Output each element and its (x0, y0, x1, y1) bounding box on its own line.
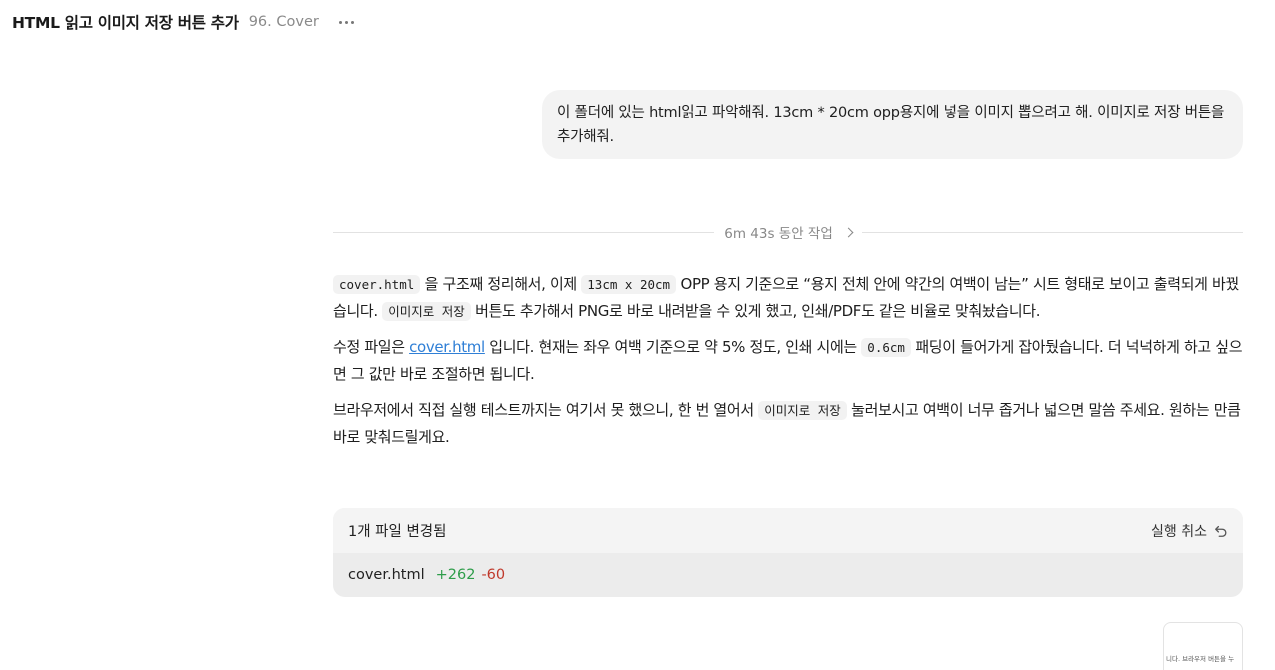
thread-subtitle: 96. Cover (248, 14, 319, 30)
paragraph-text: 버튼도 추가해서 PNG로 바로 내려받을 수 있게 했고, 인쇄/PDF도 같… (470, 302, 1041, 320)
inline-code: 0.6cm (861, 338, 911, 357)
user-message-bubble: 이 폴더에 있는 html읽고 파악해줘. 13cm * 20cm opp용지에… (542, 90, 1243, 159)
divider-line (861, 231, 1244, 233)
changed-files-title: 1개 파일 변경됨 (348, 524, 447, 540)
changed-file-row[interactable]: cover.html +262 -60 (333, 553, 1243, 597)
paragraph-text: 을 구조째 정리해서, 이제 (420, 275, 582, 293)
thumbnail-text: 니다. 브라우저 버튼을 누 (1166, 655, 1235, 663)
inline-code: 이미지로 저장 (382, 302, 471, 321)
undo-icon (1215, 525, 1227, 537)
assistant-paragraph-1: cover.html 을 구조째 정리해서, 이제 13cm x 20cm OP… (333, 271, 1245, 325)
paragraph-text: 입니다. 현재는 좌우 여백 기준으로 약 5% 정도, 인쇄 시에는 (484, 338, 862, 356)
file-link[interactable]: cover.html (409, 338, 485, 356)
lines-removed: -60 (481, 567, 506, 583)
changed-files-header: 1개 파일 변경됨 실행 취소 (333, 508, 1243, 553)
paragraph-text: 브라우저에서 직접 실행 테스트까지는 여기서 못 했으니, 한 번 열어서 (333, 401, 759, 419)
undo-label: 실행 취소 (1151, 523, 1207, 540)
work-summary-toggle[interactable]: 6m 43s 동안 작업 (714, 222, 862, 242)
more-options-button[interactable] (337, 12, 357, 32)
changed-file-name: cover.html (348, 567, 425, 583)
inline-code: 이미지로 저장 (758, 401, 847, 420)
assistant-paragraph-2: 수정 파일은 cover.html 입니다. 현재는 좌우 여백 기준으로 약 … (333, 334, 1245, 387)
chevron-right-icon (843, 227, 854, 237)
changed-files-card: 1개 파일 변경됨 실행 취소 cover.html +262 -60 (333, 508, 1243, 597)
work-summary-label: 6m 43s 동안 작업 (724, 226, 833, 242)
inline-code: cover.html (333, 275, 421, 294)
undo-button[interactable]: 실행 취소 (1151, 521, 1228, 541)
thread-title: HTML 읽고 이미지 저장 버튼 추가 (12, 14, 239, 32)
work-summary-divider: 6m 43s 동안 작업 (333, 220, 1244, 244)
more-horizontal-icon (339, 20, 343, 24)
preview-thumbnail[interactable]: 니다. 브라우저 버튼을 누 (1163, 622, 1243, 670)
paragraph-text: 수정 파일은 (333, 338, 410, 356)
thread-header: HTML 읽고 이미지 저장 버튼 추가 96. Cover (12, 9, 357, 35)
inline-code: 13cm x 20cm (581, 275, 677, 294)
divider-line (333, 231, 715, 233)
lines-added: +262 (435, 567, 476, 583)
assistant-paragraph-3: 브라우저에서 직접 실행 테스트까지는 여기서 못 했으니, 한 번 열어서 이… (333, 397, 1245, 450)
